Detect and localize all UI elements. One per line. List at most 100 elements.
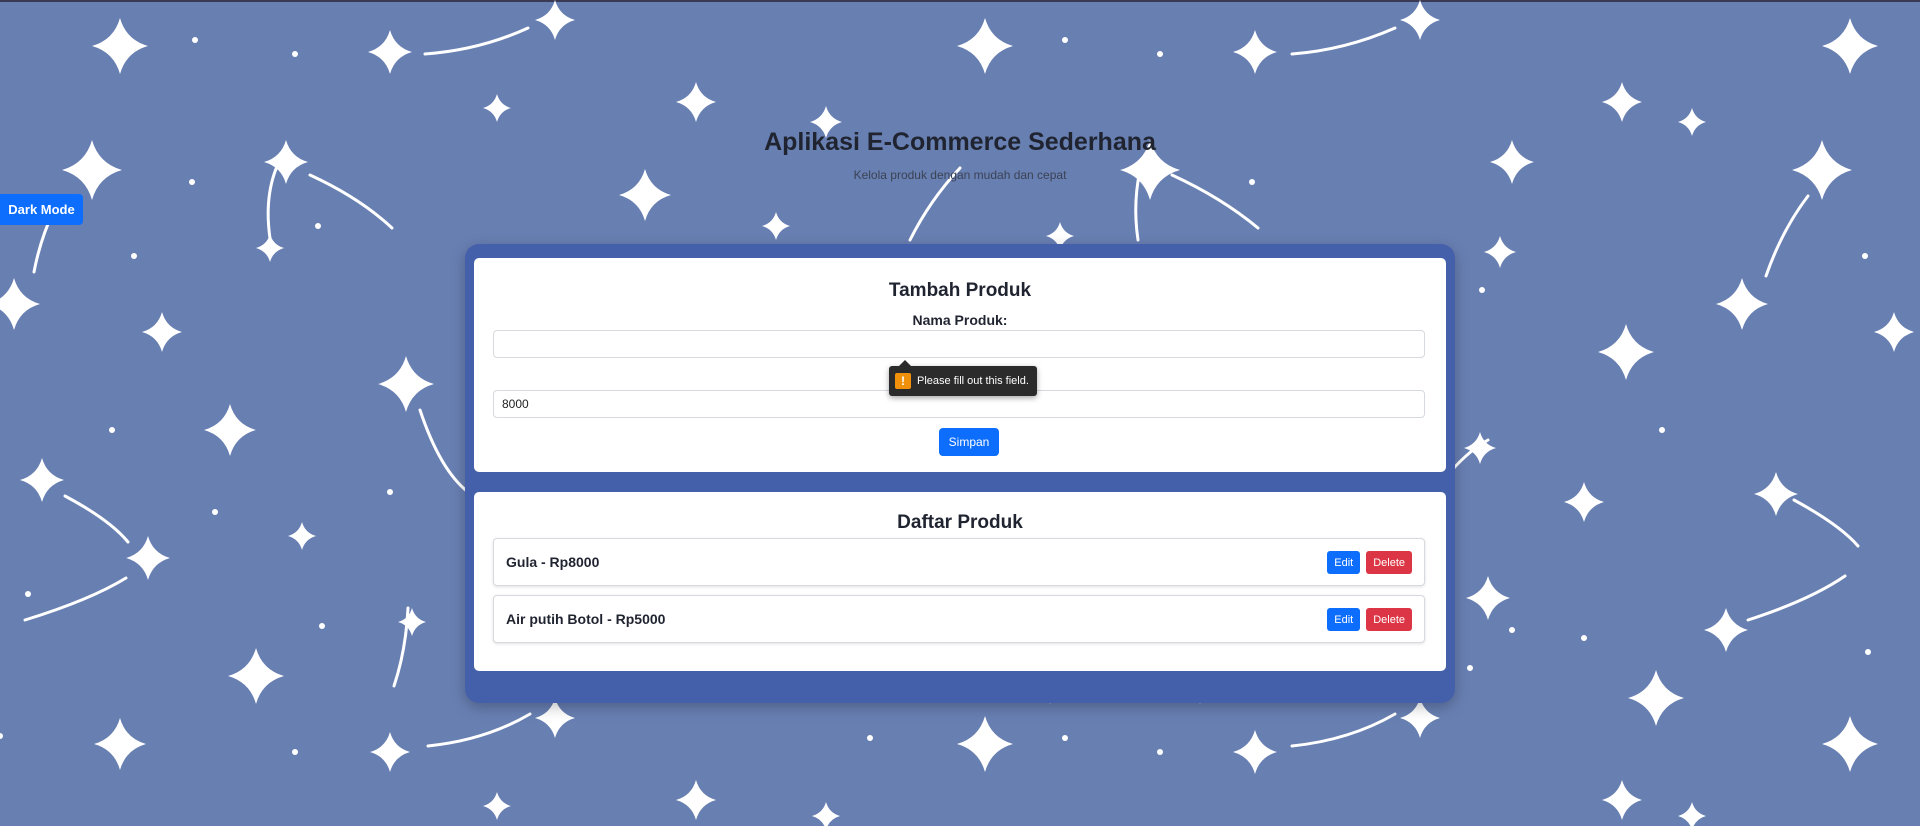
shooting-star-trail bbox=[1170, 173, 1260, 230]
star-shape bbox=[1464, 432, 1496, 464]
star-shape bbox=[1602, 780, 1642, 820]
shooting-star-trail bbox=[418, 408, 470, 494]
star-shape bbox=[1874, 312, 1914, 352]
save-button[interactable]: Simpan bbox=[939, 428, 999, 456]
add-product-heading: Tambah Produk bbox=[888, 280, 1032, 301]
dark-mode-toggle-button[interactable]: Dark Mode bbox=[0, 194, 83, 225]
dot-shape bbox=[1479, 287, 1485, 293]
shooting-star-trail bbox=[308, 173, 394, 230]
star-shape bbox=[370, 732, 410, 772]
product-item-text: Air putih Botol - Rp5000 bbox=[506, 611, 666, 627]
star-shape bbox=[1233, 730, 1277, 774]
star-shape bbox=[483, 94, 511, 122]
delete-button[interactable]: Delete bbox=[1366, 608, 1412, 631]
star-shape bbox=[288, 522, 316, 550]
shooting-star-trail bbox=[23, 576, 128, 622]
edit-button[interactable]: Edit bbox=[1327, 608, 1361, 631]
star-shape bbox=[204, 404, 256, 456]
shooting-star-trail bbox=[1792, 498, 1860, 548]
product-item-actions: Edit Delete bbox=[1327, 551, 1412, 574]
star-shape bbox=[676, 82, 716, 122]
product-list-item: Gula - Rp8000 Edit Delete bbox=[493, 538, 1425, 586]
star-shape bbox=[957, 18, 1013, 74]
star-shape bbox=[676, 780, 716, 820]
star-shape bbox=[228, 648, 284, 704]
dot-shape bbox=[292, 51, 298, 57]
dot-shape bbox=[1157, 749, 1163, 755]
add-product-panel: Tambah Produk Nama Produk: Simpan bbox=[474, 258, 1446, 472]
star-shape bbox=[1704, 608, 1748, 652]
shooting-star-trail bbox=[1746, 574, 1847, 622]
validation-tooltip: ! Please fill out this field. bbox=[889, 360, 1037, 396]
star-shape bbox=[762, 212, 790, 240]
shooting-star-trail bbox=[426, 712, 532, 748]
star-shape bbox=[368, 30, 412, 74]
dot-shape bbox=[212, 509, 218, 515]
product-item-actions: Edit Delete bbox=[1327, 608, 1412, 631]
star-shape bbox=[1233, 30, 1277, 74]
dot-shape bbox=[387, 489, 393, 495]
dot-shape bbox=[131, 253, 137, 259]
dot-shape bbox=[1062, 37, 1068, 43]
star-shape bbox=[1678, 802, 1706, 826]
star-shape bbox=[1628, 670, 1684, 726]
dot-shape bbox=[319, 623, 325, 629]
star-shape bbox=[126, 536, 170, 580]
star-shape bbox=[0, 278, 40, 330]
product-item-text: Gula - Rp8000 bbox=[506, 554, 600, 570]
star-shape bbox=[535, 0, 575, 40]
dot-shape bbox=[315, 223, 321, 229]
dot-shape bbox=[1659, 427, 1665, 433]
star-shape bbox=[92, 18, 148, 74]
dot-shape bbox=[1581, 635, 1587, 641]
shooting-star-trail bbox=[1764, 194, 1810, 278]
star-shape bbox=[1484, 236, 1516, 268]
delete-button[interactable]: Delete bbox=[1366, 551, 1412, 574]
star-shape bbox=[398, 608, 426, 636]
shooting-star-trail bbox=[63, 494, 130, 544]
shooting-star-trail bbox=[1290, 712, 1397, 748]
validation-message: Please fill out this field. bbox=[917, 375, 1029, 387]
main-container: Tambah Produk Nama Produk: Simpan Daftar… bbox=[465, 244, 1455, 703]
star-shape bbox=[1822, 18, 1878, 74]
product-name-label: Nama Produk: bbox=[912, 312, 1008, 328]
product-list-item: Air putih Botol - Rp5000 Edit Delete bbox=[493, 595, 1425, 643]
page-title: Aplikasi E-Commerce Sederhana bbox=[764, 128, 1156, 156]
star-shape bbox=[483, 792, 511, 820]
product-list-heading: Daftar Produk bbox=[897, 512, 1023, 533]
dot-shape bbox=[1772, 491, 1778, 497]
shooting-star-trail bbox=[392, 606, 410, 688]
star-shape bbox=[1716, 278, 1768, 330]
dot-shape bbox=[1157, 51, 1163, 57]
dot-shape bbox=[1509, 627, 1515, 633]
dot-shape bbox=[0, 733, 3, 739]
star-shape bbox=[142, 312, 182, 352]
star-shape bbox=[20, 458, 64, 502]
page-subtitle: Kelola produk dengan mudah dan cepat bbox=[853, 168, 1067, 182]
dot-shape bbox=[292, 749, 298, 755]
shooting-star-trail bbox=[423, 26, 530, 56]
star-shape bbox=[1598, 324, 1654, 380]
star-shape bbox=[1602, 82, 1642, 122]
star-shape bbox=[1400, 698, 1440, 738]
star-shape bbox=[1564, 482, 1604, 522]
star-shape bbox=[94, 718, 146, 770]
dot-shape bbox=[1865, 649, 1871, 655]
dot-shape bbox=[1467, 665, 1473, 671]
warning-icon: ! bbox=[895, 373, 911, 389]
product-name-input[interactable] bbox=[493, 330, 1425, 358]
shooting-star-trail bbox=[1290, 26, 1397, 56]
dot-shape bbox=[109, 427, 115, 433]
dot-shape bbox=[25, 591, 31, 597]
dot-shape bbox=[1062, 735, 1068, 741]
star-shape bbox=[378, 356, 434, 412]
star-shape bbox=[957, 716, 1013, 772]
dot-shape bbox=[192, 37, 198, 43]
edit-button[interactable]: Edit bbox=[1327, 551, 1361, 574]
star-shape bbox=[1822, 716, 1878, 772]
product-list-panel: Daftar Produk Gula - Rp8000 Edit Delete … bbox=[474, 492, 1446, 671]
dot-shape bbox=[1862, 253, 1868, 259]
star-shape bbox=[1466, 576, 1510, 620]
star-shape bbox=[535, 698, 575, 738]
star-shape bbox=[812, 802, 840, 826]
